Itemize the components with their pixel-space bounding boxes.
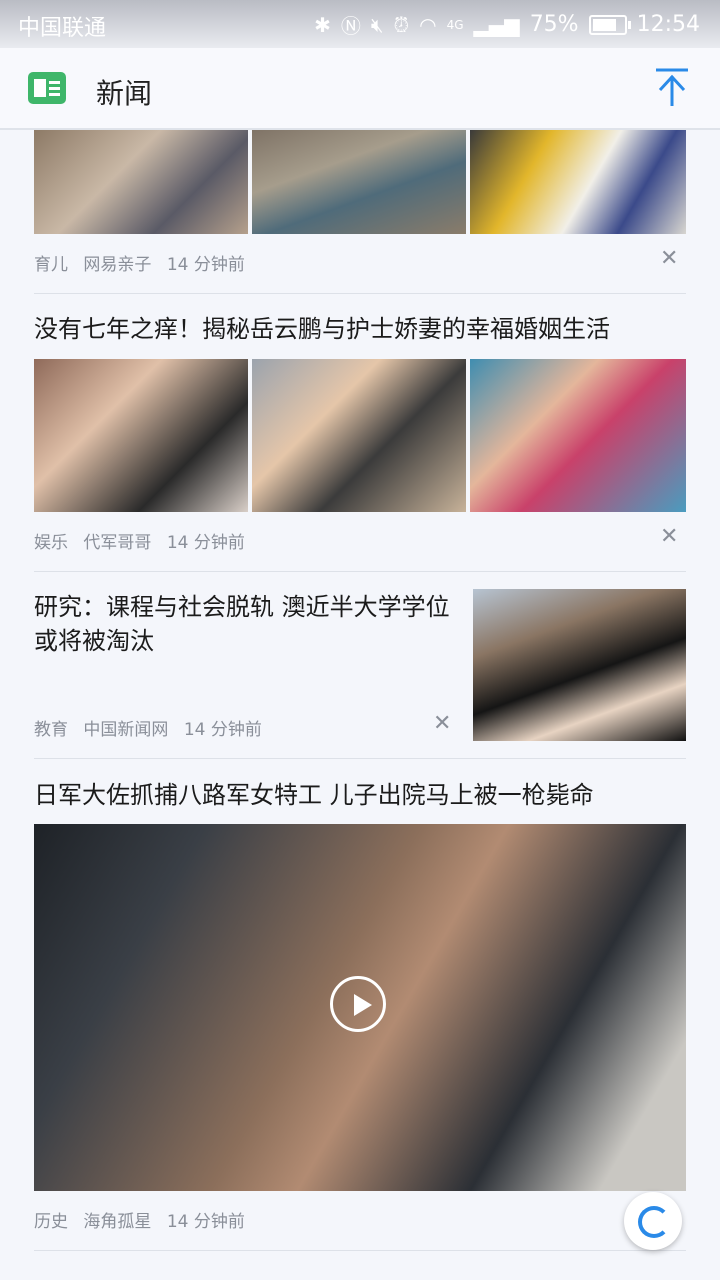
news-feed[interactable]: 育儿 网易亲子 14 分钟前 ✕ 没有七年之痒！揭秘岳云鹏与护士娇妻的幸福婚姻生…: [0, 130, 720, 1280]
news-time: 14 分钟前: [166, 255, 245, 275]
news-time: 14 分钟前: [166, 533, 245, 553]
page-title: 新闻: [96, 77, 153, 110]
news-image[interactable]: [34, 359, 248, 512]
mute-icon: 🔇︎: [370, 12, 384, 37]
news-meta: 娱乐 代军哥哥 14 分钟前: [34, 528, 255, 553]
news-image[interactable]: [470, 130, 686, 234]
wifi-icon: ◠: [419, 12, 437, 37]
news-meta: 历史 海角孤星 14 分钟前: [34, 1207, 255, 1232]
news-time: 14 分钟前: [183, 720, 262, 740]
divider: [34, 571, 686, 572]
news-category: 娱乐: [34, 533, 68, 553]
news-meta: 育儿 网易亲子 14 分钟前: [34, 250, 255, 275]
status-bar: 中国联通 ✱ Ⓝ 🔇︎ ⏰︎ ◠ 4G ▂▄▆ 75% 12:54: [0, 0, 720, 48]
news-image[interactable]: [252, 359, 466, 512]
bluetooth-icon: ✱: [314, 12, 331, 37]
refresh-icon[interactable]: [624, 1192, 682, 1250]
play-icon[interactable]: [330, 976, 386, 1032]
news-category: 育儿: [34, 255, 68, 275]
news-source: 网易亲子: [83, 255, 152, 275]
news-meta: 教育 中国新闻网 14 分钟前: [34, 715, 272, 740]
news-image[interactable]: [473, 589, 686, 741]
news-source: 中国新闻网: [83, 720, 169, 740]
news-image[interactable]: [252, 130, 466, 234]
news-image[interactable]: [470, 359, 686, 512]
news-category: 历史: [34, 1212, 68, 1232]
carrier-label: 中国联通: [18, 16, 107, 41]
news-title[interactable]: 没有七年之痒！揭秘岳云鹏与护士娇妻的幸福婚姻生活: [34, 312, 610, 346]
news-category: 教育: [34, 720, 68, 740]
news-source: 海角孤星: [83, 1212, 152, 1232]
news-time: 14 分钟前: [166, 1212, 245, 1232]
news-app-icon: [28, 72, 66, 104]
news-source: 代军哥哥: [83, 533, 152, 553]
divider: [34, 758, 686, 759]
status-icons: ✱ Ⓝ 🔇︎ ⏰︎ ◠ 4G ▂▄▆ 75% 12:54: [314, 10, 700, 39]
battery-percent: 75%: [529, 12, 579, 37]
back-to-top-icon[interactable]: [652, 66, 692, 110]
alarm-icon: ⏰︎: [393, 12, 410, 37]
nfc-icon: Ⓝ: [340, 14, 361, 38]
news-title[interactable]: 日军大佐抓捕八路军女特工 儿子出院马上被一枪毙命: [34, 778, 594, 812]
app-header: 新闻: [0, 48, 720, 130]
close-icon[interactable]: ✕: [660, 524, 678, 549]
battery-icon: [588, 14, 631, 35]
signal-type: 4G: [446, 17, 464, 32]
close-icon[interactable]: ✕: [433, 711, 451, 736]
news-image[interactable]: [34, 130, 248, 234]
clock: 12:54: [636, 12, 700, 37]
signal-icon: ▂▄▆: [473, 12, 520, 37]
news-title[interactable]: 研究：课程与社会脱轨 澳近半大学学位或将被淘汰: [34, 590, 454, 658]
close-icon[interactable]: ✕: [660, 246, 678, 271]
divider: [34, 1250, 686, 1251]
divider: [34, 293, 686, 294]
